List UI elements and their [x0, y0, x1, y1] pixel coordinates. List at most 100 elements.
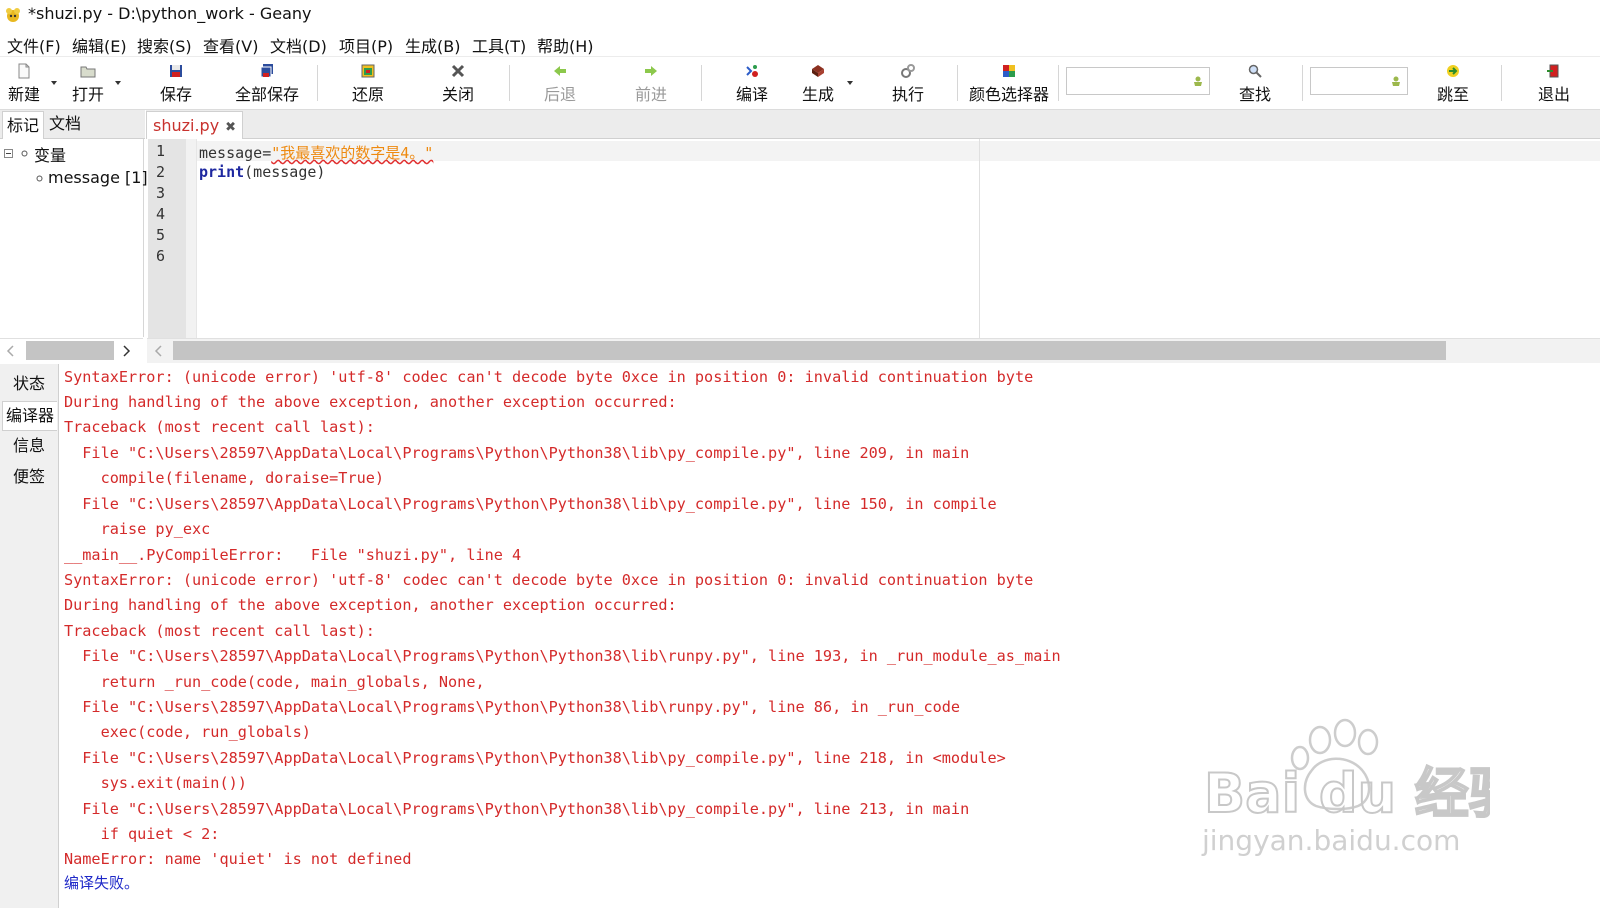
menu-file[interactable]: 文件(F)	[7, 33, 61, 57]
output-line[interactable]: File "C:\Users\28597\AppData\Local\Progr…	[64, 697, 960, 717]
menu-help[interactable]: 帮助(H)	[537, 33, 594, 57]
sidebar-scroll-thumb[interactable]	[26, 341, 114, 360]
output-line[interactable]: File "C:\Users\28597\AppData\Local\Progr…	[64, 646, 1060, 666]
scroll-right-icon[interactable]	[121, 345, 131, 357]
fold-margin[interactable]	[186, 139, 197, 338]
build-dropdown-icon[interactable]	[846, 79, 854, 87]
goto-line-input[interactable]	[1315, 69, 1389, 95]
code-line-1[interactable]: message="我最喜欢的数字是4。"	[199, 142, 433, 163]
menu-search[interactable]: 搜索(S)	[137, 33, 192, 57]
output-line[interactable]: File "C:\Users\28597\AppData\Local\Progr…	[64, 494, 996, 514]
variable-icon	[36, 175, 43, 182]
tab-documents[interactable]: 文档	[45, 110, 85, 138]
compile-button[interactable]: 编译	[732, 59, 772, 105]
collapse-icon[interactable]	[4, 149, 13, 158]
search-input[interactable]	[1071, 69, 1191, 95]
clear-search-icon[interactable]	[1191, 74, 1205, 88]
revert-button[interactable]: 还原	[348, 59, 388, 105]
code-line-2[interactable]: print(message)	[199, 163, 325, 181]
find-button[interactable]: 查找	[1235, 59, 1275, 105]
scroll-left-icon[interactable]	[6, 345, 16, 357]
document-tab-label: shuzi.py	[153, 116, 220, 135]
editor-scroll-left-icon[interactable]	[154, 345, 164, 357]
line-number: 5	[156, 226, 166, 244]
output-line[interactable]: compile(filename, doraise=True)	[64, 468, 384, 488]
output-line[interactable]: Traceback (most recent call last):	[64, 417, 375, 437]
output-line[interactable]: raise py_exc	[64, 519, 211, 539]
clear-goto-icon[interactable]	[1389, 74, 1403, 88]
output-line[interactable]: SyntaxError: (unicode error) 'utf-8' cod…	[64, 570, 1033, 590]
tab-scribble[interactable]: 便签	[2, 463, 56, 491]
menu-build[interactable]: 生成(B)	[405, 33, 460, 57]
tab-symbols[interactable]: 标记	[2, 111, 45, 140]
close-button[interactable]: 关闭	[438, 59, 478, 105]
output-line[interactable]: File "C:\Users\28597\AppData\Local\Progr…	[64, 748, 1006, 768]
toolbar-separator	[701, 65, 702, 101]
line-number-gutter: 1 2 3 4 5 6	[148, 139, 186, 338]
forward-button[interactable]: 前进	[631, 59, 671, 105]
open-button[interactable]: 打开	[68, 59, 108, 105]
new-button[interactable]: 新建	[4, 59, 44, 105]
output-line[interactable]: NameError: name 'quiet' is not defined	[64, 849, 411, 869]
compile-status-line[interactable]: 编译失败。	[64, 873, 139, 893]
output-line[interactable]: return _run_code(code, main_globals, Non…	[64, 672, 485, 692]
long-line-marker	[979, 139, 980, 338]
save-disk-icon	[170, 65, 182, 77]
build-button[interactable]: 生成	[798, 59, 838, 105]
new-dropdown-icon[interactable]	[50, 79, 58, 87]
output-line[interactable]: Traceback (most recent call last):	[64, 621, 375, 641]
output-line[interactable]: if quiet < 2:	[64, 824, 220, 844]
menu-view[interactable]: 查看(V)	[203, 33, 258, 57]
output-line[interactable]: File "C:\Users\28597\AppData\Local\Progr…	[64, 443, 969, 463]
message-window-tabs: 状态 编译器 信息 便签	[0, 364, 59, 908]
tab-shuzi-py[interactable]: shuzi.py ✖	[146, 111, 244, 141]
line-number: 3	[156, 184, 166, 202]
output-line[interactable]: File "C:\Users\28597\AppData\Local\Progr…	[64, 799, 969, 819]
new-file-icon	[18, 63, 30, 79]
tree-item-message[interactable]: message [1]	[48, 168, 148, 187]
code-editor[interactable]: message="我最喜欢的数字是4。" print(message)	[197, 139, 1600, 338]
baidu-watermark-logo: Bai du 经验 jingyan.baidu.com	[1201, 718, 1490, 857]
toolbar-separator	[1058, 65, 1059, 101]
goto-line-field[interactable]	[1310, 67, 1408, 95]
sidebar-scrollbar[interactable]	[0, 338, 143, 363]
search-field[interactable]	[1066, 67, 1210, 95]
execute-button[interactable]: 执行	[888, 59, 928, 105]
tab-status[interactable]: 状态	[2, 370, 56, 398]
save-button[interactable]: 保存	[156, 59, 196, 105]
tree-group-variables[interactable]: 变量	[34, 142, 66, 166]
editor-scroll-thumb[interactable]	[173, 341, 1446, 360]
geany-app-icon	[6, 8, 20, 22]
menu-edit[interactable]: 编辑(E)	[72, 33, 127, 57]
compile-icon	[746, 65, 758, 77]
tab-messages[interactable]: 信息	[2, 432, 56, 460]
back-button[interactable]: 后退	[540, 59, 580, 105]
watermark-brand: Bai du 经验	[1204, 762, 1490, 825]
output-line[interactable]: __main__.PyCompileError: File "shuzi.py"…	[64, 545, 521, 565]
close-tab-icon[interactable]: ✖	[225, 114, 236, 141]
quit-door-icon	[1547, 64, 1559, 78]
menu-bar: 文件(F) 编辑(E) 搜索(S) 查看(V) 文档(D) 项目(P) 生成(B…	[0, 30, 1600, 56]
output-line[interactable]: exec(code, run_globals)	[64, 722, 311, 742]
save-all-button[interactable]: 全部保存	[232, 59, 302, 105]
line-number: 4	[156, 205, 166, 223]
menu-project[interactable]: 项目(P)	[339, 33, 393, 57]
toolbar-separator	[317, 65, 318, 101]
output-line[interactable]: During handling of the above exception, …	[64, 595, 677, 615]
output-line[interactable]: SyntaxError: (unicode error) 'utf-8' cod…	[64, 367, 1033, 387]
output-line[interactable]: sys.exit(main())	[64, 773, 247, 793]
quit-button[interactable]: 退出	[1534, 59, 1574, 105]
color-chooser-button[interactable]: 颜色选择器	[966, 59, 1052, 105]
output-line[interactable]: During handling of the above exception, …	[64, 392, 677, 412]
open-dropdown-icon[interactable]	[114, 79, 122, 87]
editor-scrollbar[interactable]	[147, 338, 1600, 363]
toolbar-separator	[957, 65, 958, 101]
toolbar: 新建 打开 保存 全部保存 还原 关闭 后退 前进 编译 生成 执行 颜色选择器…	[0, 56, 1600, 110]
menu-tools[interactable]: 工具(T)	[472, 33, 526, 57]
menu-document[interactable]: 文档(D)	[270, 33, 327, 57]
goto-arrow-icon	[1447, 65, 1459, 77]
watermark-url: jingyan.baidu.com	[1201, 824, 1460, 857]
goto-button[interactable]: 跳至	[1433, 59, 1473, 105]
title-bar: *shuzi.py - D:\python_work - Geany	[0, 0, 1600, 30]
tab-compiler[interactable]: 编译器	[2, 401, 57, 431]
